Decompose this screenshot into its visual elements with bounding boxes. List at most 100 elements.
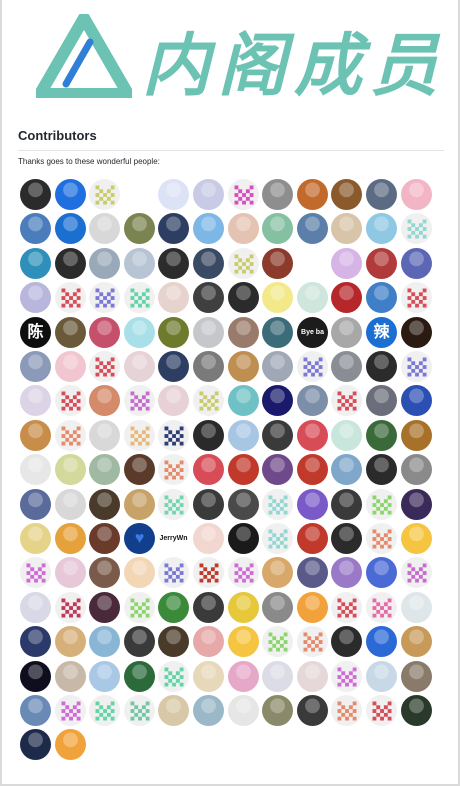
contributor-avatar-photo[interactable] — [297, 282, 328, 313]
contributor-avatar-photo[interactable] — [20, 695, 51, 726]
contributor-avatar-identicon[interactable] — [55, 695, 86, 726]
contributor-avatar-photo[interactable] — [228, 454, 259, 485]
contributor-avatar-identicon[interactable] — [262, 489, 293, 520]
contributor-avatar-photo[interactable] — [262, 317, 293, 348]
contributor-avatar-photo[interactable] — [228, 626, 259, 657]
contributor-avatar-photo[interactable] — [401, 695, 432, 726]
contributor-avatar-identicon[interactable] — [366, 592, 397, 623]
contributor-avatar-jerrywn[interactable]: JerryWn — [158, 523, 189, 554]
contributor-avatar-photo[interactable] — [89, 489, 120, 520]
contributor-avatar-photo[interactable] — [158, 351, 189, 382]
contributor-avatar-photo[interactable] — [193, 626, 224, 657]
contributor-avatar-photo[interactable] — [297, 523, 328, 554]
contributor-avatar-identicon[interactable] — [20, 557, 51, 588]
contributor-avatar-photo[interactable] — [20, 282, 51, 313]
contributor-avatar-photo[interactable] — [89, 420, 120, 451]
contributor-avatar-photo[interactable] — [124, 626, 155, 657]
contributor-avatar-photo[interactable] — [20, 626, 51, 657]
contributor-avatar-photo[interactable] — [262, 454, 293, 485]
contributor-avatar-photo[interactable] — [401, 454, 432, 485]
contributor-avatar-photo[interactable] — [228, 695, 259, 726]
contributor-avatar-photo[interactable] — [366, 454, 397, 485]
contributor-avatar-identicon[interactable] — [262, 626, 293, 657]
contributor-avatar-identicon[interactable] — [331, 661, 362, 692]
contributor-avatar-photo[interactable] — [89, 626, 120, 657]
contributor-avatar-photo[interactable] — [55, 248, 86, 279]
contributor-avatar-identicon[interactable] — [331, 385, 362, 416]
contributor-avatar-identicon[interactable] — [124, 420, 155, 451]
contributor-avatar-photo[interactable] — [331, 317, 362, 348]
contributor-avatar-photo[interactable] — [366, 213, 397, 244]
contributor-avatar-photo[interactable] — [262, 420, 293, 451]
contributor-avatar-photo[interactable] — [193, 489, 224, 520]
contributor-avatar-photo[interactable] — [55, 213, 86, 244]
contributor-avatar-photo[interactable] — [193, 179, 224, 210]
contributor-avatar-photo[interactable] — [366, 385, 397, 416]
contributor-avatar-photo[interactable] — [55, 351, 86, 382]
contributor-avatar-photo[interactable] — [262, 557, 293, 588]
contributor-avatar-photo[interactable] — [193, 420, 224, 451]
contributor-avatar-identicon[interactable] — [158, 454, 189, 485]
contributor-avatar-photo[interactable] — [89, 661, 120, 692]
contributor-avatar-photo[interactable] — [401, 317, 432, 348]
contributor-avatar-identicon[interactable] — [89, 282, 120, 313]
contributor-avatar-photo[interactable] — [366, 282, 397, 313]
contributor-avatar-photo[interactable] — [158, 317, 189, 348]
contributor-avatar-photo[interactable] — [193, 454, 224, 485]
contributor-avatar-photo[interactable] — [124, 351, 155, 382]
contributor-avatar-photo[interactable] — [20, 351, 51, 382]
contributor-avatar-photo[interactable] — [331, 351, 362, 382]
contributor-avatar-photo[interactable] — [366, 626, 397, 657]
contributor-avatar-photo[interactable] — [262, 248, 293, 279]
contributor-avatar-photo[interactable] — [89, 385, 120, 416]
contributor-avatar-photo[interactable] — [124, 661, 155, 692]
contributor-avatar-photo[interactable] — [89, 523, 120, 554]
contributor-avatar-identicon[interactable] — [366, 695, 397, 726]
contributor-avatar-photo[interactable] — [228, 523, 259, 554]
contributor-avatar-photo[interactable] — [401, 385, 432, 416]
contributor-avatar-identicon[interactable] — [158, 557, 189, 588]
contributor-avatar-photo[interactable] — [366, 248, 397, 279]
contributor-avatar-identicon[interactable] — [262, 523, 293, 554]
contributor-avatar-identicon[interactable] — [366, 523, 397, 554]
contributor-avatar-photo[interactable] — [89, 454, 120, 485]
contributor-avatar-photo[interactable] — [228, 661, 259, 692]
contributor-avatar-photo[interactable] — [89, 213, 120, 244]
contributor-avatar-bye_kitty[interactable]: Bye ba Moo8 — [297, 317, 328, 348]
contributor-avatar-photo[interactable] — [55, 179, 86, 210]
contributor-avatar-photo[interactable] — [20, 489, 51, 520]
contributor-avatar-identicon[interactable] — [297, 626, 328, 657]
contributor-avatar-photo[interactable] — [331, 282, 362, 313]
contributor-avatar-photo[interactable] — [331, 179, 362, 210]
contributor-avatar-photo[interactable] — [193, 317, 224, 348]
contributor-avatar-photo[interactable] — [55, 523, 86, 554]
contributor-avatar-photo[interactable] — [366, 420, 397, 451]
contributor-avatar-photo[interactable] — [158, 282, 189, 313]
contributor-avatar-identicon[interactable] — [124, 385, 155, 416]
contributor-avatar-photo[interactable] — [89, 557, 120, 588]
contributor-avatar-identicon[interactable] — [124, 282, 155, 313]
contributor-avatar-photo[interactable] — [193, 661, 224, 692]
contributor-avatar-photo[interactable] — [331, 489, 362, 520]
contributor-avatar-photo[interactable] — [297, 592, 328, 623]
contributor-avatar-photo[interactable] — [297, 385, 328, 416]
contributor-avatar-photo[interactable] — [158, 179, 189, 210]
contributor-avatar-photo[interactable] — [55, 317, 86, 348]
contributor-avatar-photo[interactable] — [89, 248, 120, 279]
contributor-avatar-photo[interactable] — [55, 626, 86, 657]
contributor-avatar-photo[interactable] — [20, 523, 51, 554]
contributor-avatar-photo[interactable] — [20, 661, 51, 692]
contributor-avatar-photo[interactable] — [262, 351, 293, 382]
contributor-avatar-identicon[interactable] — [331, 592, 362, 623]
contributor-avatar-photo[interactable] — [297, 661, 328, 692]
contributor-avatar-photo[interactable] — [228, 592, 259, 623]
contributor-avatar-identicon[interactable] — [401, 213, 432, 244]
contributor-avatar-photo[interactable] — [262, 592, 293, 623]
contributor-avatar-photo[interactable] — [55, 557, 86, 588]
contributor-avatar-photo[interactable] — [401, 489, 432, 520]
contributor-avatar-identicon[interactable] — [366, 489, 397, 520]
contributor-avatar-photo[interactable] — [366, 661, 397, 692]
contributor-avatar-photo[interactable] — [262, 282, 293, 313]
contributor-avatar-photo[interactable] — [124, 489, 155, 520]
contributor-avatar-identicon[interactable] — [55, 282, 86, 313]
